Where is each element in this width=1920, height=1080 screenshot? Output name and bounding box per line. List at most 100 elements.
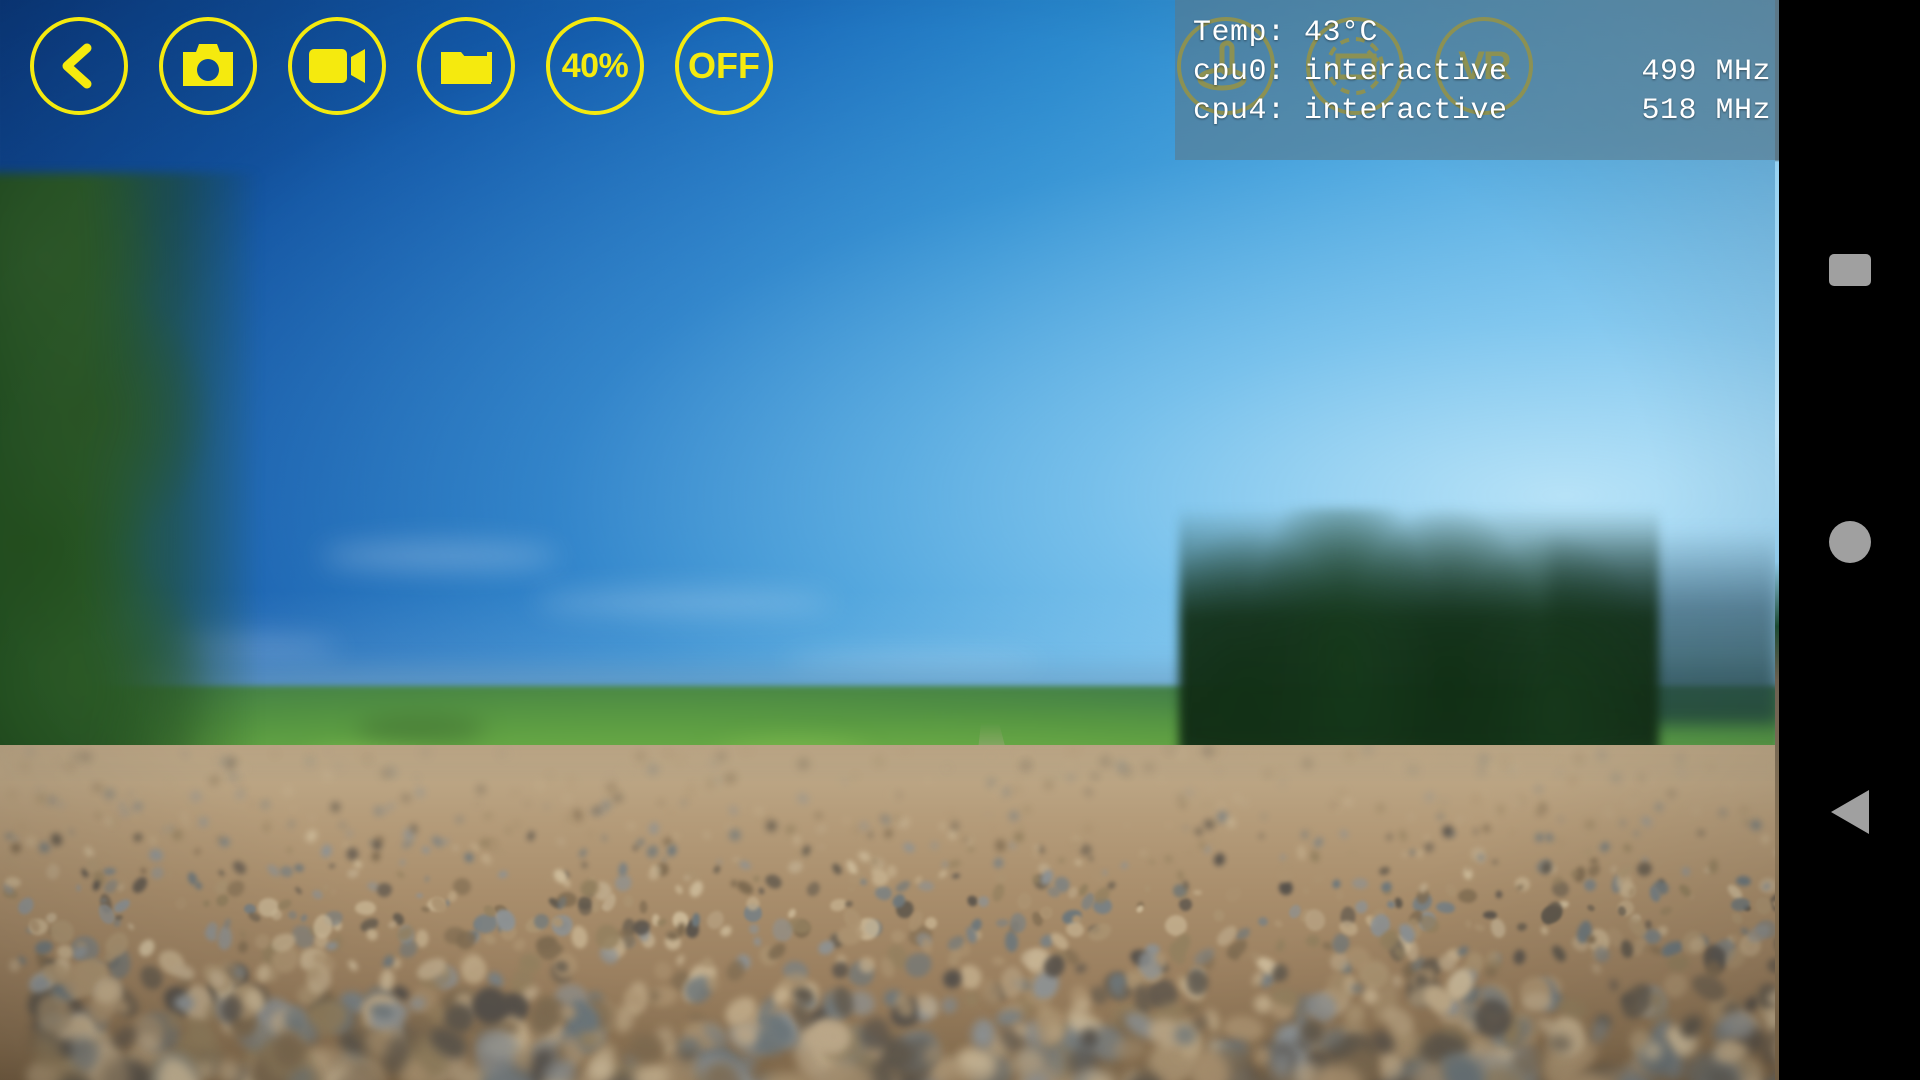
gravel-stone	[1226, 816, 1236, 829]
gravel-stone	[504, 751, 513, 758]
quality-button[interactable]: 40%	[546, 17, 644, 115]
gravel-stone	[951, 873, 961, 879]
gravel-stone	[279, 865, 294, 878]
gravel-stone	[49, 831, 64, 848]
gravel-stone	[995, 918, 1010, 928]
record-video-button[interactable]	[288, 17, 386, 115]
flash-button[interactable]: OFF	[675, 17, 773, 115]
gravel-stone	[1217, 769, 1221, 774]
gravel-stone	[657, 800, 665, 805]
gravel-stone	[1204, 803, 1210, 808]
gravel-stone	[1148, 859, 1156, 865]
gravel-stone	[1479, 755, 1489, 765]
gravel-stone	[1085, 920, 1115, 945]
gravel-stone	[111, 897, 133, 916]
gravel-stone	[293, 863, 305, 874]
gravel-stone	[1478, 769, 1485, 775]
gravel-stone	[422, 749, 429, 756]
gravel-stone	[198, 817, 209, 828]
gravel-stone	[929, 841, 940, 851]
gravel-stone	[421, 845, 431, 855]
gravel-stone	[966, 844, 976, 854]
field-patch	[355, 714, 486, 745]
gravel-stone	[534, 780, 546, 791]
gravel-stone	[1009, 912, 1027, 934]
gravel-stone	[415, 893, 424, 899]
gravel-stone	[208, 775, 221, 786]
gravel-stone	[992, 869, 1010, 886]
gravel-stone	[1032, 851, 1039, 858]
gravel-stone	[414, 776, 420, 780]
gravel-stone	[1534, 833, 1545, 843]
take-photo-button[interactable]	[159, 17, 257, 115]
triangle-left-icon	[1830, 790, 1869, 834]
nav-recents-button[interactable]	[1779, 215, 1920, 325]
gravel-stone	[328, 863, 336, 869]
gravel-stone	[120, 808, 130, 817]
gravel-stone	[818, 844, 825, 851]
gravel-stone	[1375, 803, 1386, 814]
gravel-stone	[1351, 877, 1369, 890]
gravel-stone	[947, 858, 962, 871]
gravel-stone	[893, 878, 913, 895]
gravel-stone	[1583, 849, 1594, 857]
gravel-stone	[201, 898, 212, 909]
gravel-stone	[623, 894, 634, 908]
gravel-stone	[547, 774, 553, 780]
gravel-stone	[308, 815, 316, 821]
cpu0-frequency: 499 MHz	[1641, 55, 1771, 89]
gravel-stone	[985, 812, 991, 816]
gravel-stone	[213, 892, 232, 910]
gravel-stone	[149, 835, 157, 847]
gravel-stone	[951, 821, 959, 832]
gravel-stone	[1212, 851, 1227, 868]
gravel-stone	[830, 861, 844, 877]
gravel-stone	[286, 909, 299, 921]
gravel-stone	[901, 840, 917, 855]
gravel-stone	[429, 834, 446, 850]
gravel-stone	[326, 751, 331, 754]
camera-toolbar: 40% OFF	[0, 0, 773, 132]
gravel-stone	[1544, 746, 1550, 752]
gravel-stone	[1678, 769, 1685, 777]
gravel-stone	[1490, 810, 1497, 817]
gravel-stone	[319, 843, 334, 860]
gravel-stone	[335, 763, 342, 769]
gravel-stone	[1558, 759, 1563, 764]
gravel-stone	[308, 751, 311, 755]
nav-home-button[interactable]	[1779, 487, 1920, 597]
gravel-stone	[36, 787, 42, 792]
gravel-stone	[1697, 830, 1705, 836]
gravel-stone	[859, 821, 869, 831]
gravel-stone	[1632, 829, 1641, 838]
gravel-stone	[743, 746, 750, 755]
gravel-stone	[455, 817, 464, 823]
gravel-stone	[663, 750, 673, 757]
gravel-stone	[132, 810, 139, 818]
gravel-stone	[65, 763, 74, 772]
gravel-stone	[739, 803, 745, 809]
back-button[interactable]	[30, 17, 128, 115]
camera-icon	[183, 44, 233, 86]
gravel-stone	[991, 956, 1006, 967]
gravel-stone	[1256, 915, 1270, 928]
gravel-stone	[1512, 948, 1527, 966]
gravel-stone	[815, 824, 828, 835]
viewfinder-preview[interactable]	[0, 0, 1779, 1080]
gravel-stone	[796, 792, 810, 805]
gravel-stone	[14, 894, 38, 918]
gravel-stone	[1216, 802, 1226, 812]
gravel-stone	[1091, 774, 1099, 779]
gravel-stone	[1438, 805, 1445, 814]
gravel-stone	[1181, 1001, 1201, 1017]
nav-back-button[interactable]	[1779, 757, 1920, 867]
gravel-stone	[1074, 859, 1083, 867]
gravel-stone	[681, 800, 687, 806]
gravel-stone	[991, 785, 1003, 796]
gallery-button[interactable]	[417, 17, 515, 115]
gravel-stone	[1590, 962, 1603, 976]
gravel-stone	[1264, 771, 1272, 777]
gravel-stone	[1102, 869, 1108, 877]
gravel-stone	[635, 837, 646, 848]
gravel-stone	[1557, 771, 1563, 776]
